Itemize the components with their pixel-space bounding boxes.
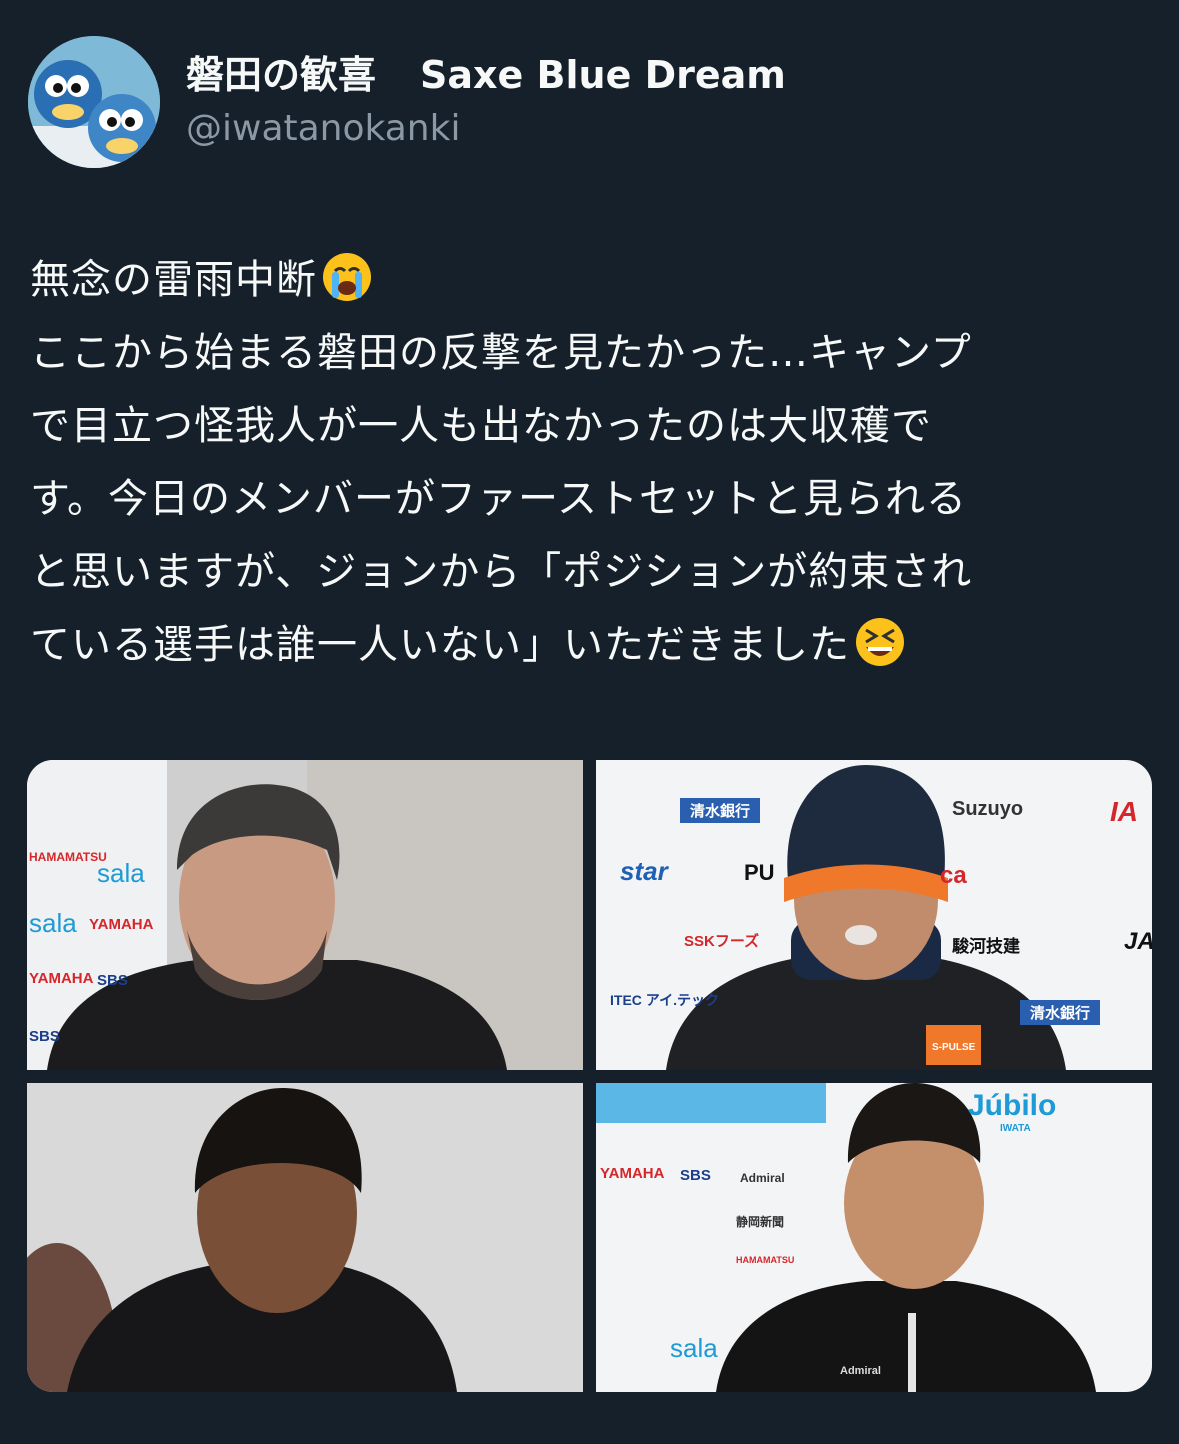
- sponsor-logo: SBS: [97, 972, 128, 989]
- tweet-line: ここから始まる磐田の反撃を見たかった…キャンプ: [30, 330, 972, 376]
- grinning-squinting-face-emoji-icon: [854, 616, 906, 668]
- user-handle[interactable]: @iwatanokanki: [186, 104, 786, 154]
- sponsor-logo: YAMAHA: [600, 1165, 665, 1182]
- sponsor-logo: PU: [744, 860, 775, 885]
- sponsor-logo: star: [620, 856, 668, 886]
- photo-2[interactable]: 清水銀行 Suzuyo star PU ca SSKフーズ 駿河技建 ITEC …: [596, 760, 1152, 1070]
- sponsor-logo: HAMAMATSU: [29, 850, 107, 864]
- sponsor-logo: sala: [97, 858, 145, 888]
- sponsor-logo: SBS: [680, 1167, 711, 1184]
- photo-1[interactable]: HAMAMATSU sala sala YAMAHA YAMAHA SBS SB…: [27, 760, 583, 1070]
- sponsor-logo: Júbilo: [968, 1089, 1057, 1122]
- sponsor-logo: 清水銀行: [1020, 1000, 1101, 1025]
- tweet-photo-grid: HAMAMATSU sala sala YAMAHA YAMAHA SBS SB…: [27, 760, 1152, 1392]
- photo-3[interactable]: [27, 1083, 583, 1392]
- tweet-line: 無念の雷雨中断: [30, 257, 317, 303]
- sponsor-logo: HAMAMATSU: [736, 1255, 795, 1265]
- sponsor-logo: JA: [1124, 928, 1152, 955]
- tweet-line: で目立つ怪我人が一人も出なかったのは大収穫で: [30, 403, 932, 449]
- sponsor-logo: ca: [940, 862, 967, 889]
- sponsor-logo: SSKフーズ: [684, 933, 760, 950]
- sponsor-logo: sala: [670, 1333, 718, 1363]
- sponsor-logo: YAMAHA: [29, 970, 94, 987]
- sponsor-logo: Admiral: [740, 1171, 785, 1185]
- photo-4[interactable]: Júbilo IWATA YAMAHA SBS Admiral 静岡新聞 HAM…: [596, 1083, 1152, 1392]
- sponsor-logo: YAMAHA: [89, 916, 154, 933]
- sponsor-logo: Suzuyo: [952, 798, 1024, 820]
- sponsor-logo: IA: [1110, 796, 1138, 827]
- sponsor-logo: sala: [29, 908, 77, 938]
- tweet-line: す。今日のメンバーがファーストセットと見られる: [30, 476, 967, 522]
- sponsor-logo: SBS: [29, 1028, 60, 1045]
- sponsor-logo: IWATA: [1000, 1123, 1031, 1134]
- sponsor-logo: 清水銀行: [680, 798, 761, 823]
- tweet-line: ている選手は誰一人いない」いただきました: [30, 622, 850, 668]
- sponsor-logo: Admiral: [840, 1365, 881, 1377]
- sponsor-logo: S-PULSE: [932, 1042, 976, 1053]
- tweet-line: と思いますが、ジョンから「ポジションが約束され: [30, 549, 973, 595]
- mascot-avatar-icon[interactable]: [28, 36, 160, 168]
- sponsor-logo: 静岡新聞: [736, 1215, 785, 1229]
- sponsor-logo: 駿河技建: [952, 937, 1020, 956]
- sponsor-logo: ITEC アイ.テック: [610, 992, 719, 1008]
- display-name[interactable]: 磐田の歓喜 Saxe Blue Dream: [186, 50, 786, 100]
- tweet-text: 無念の雷雨中断 ここから始まる磐田の反撃を見たかった…キャンプ で目立つ怪我人が…: [30, 244, 1145, 682]
- tweet-header: 磐田の歓喜 Saxe Blue Dream @iwatanokanki: [28, 36, 1148, 176]
- crying-face-emoji-icon: [321, 251, 373, 303]
